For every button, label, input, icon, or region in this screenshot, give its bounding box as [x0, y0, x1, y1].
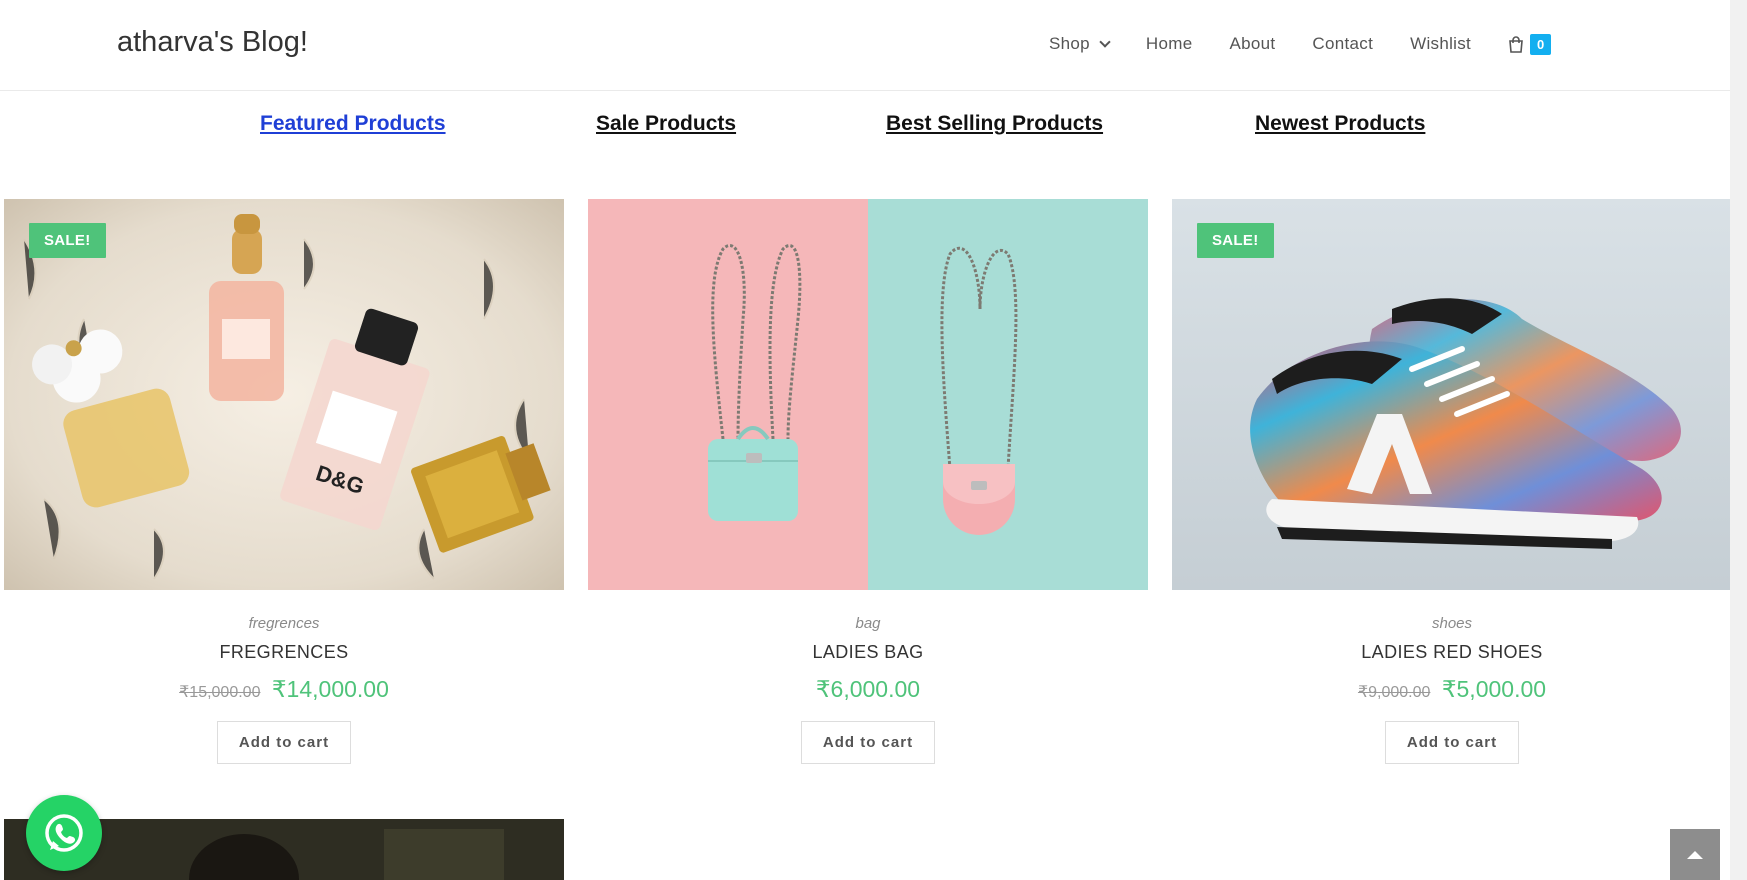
cart-count-badge: 0 [1530, 33, 1552, 55]
product-name[interactable]: LADIES BAG [588, 642, 1148, 663]
product-price: ₹15,000.00 ₹14,000.00 [4, 676, 564, 703]
product-image[interactable]: D&G SALE! [4, 199, 564, 590]
two-small-bags-on-pastel-background-image [588, 199, 1148, 590]
nav-item-label: Wishlist [1410, 34, 1472, 53]
tab-featured-products[interactable]: Featured Products [260, 112, 446, 136]
nav-item-label: Shop [1049, 34, 1090, 53]
nav-item-about[interactable]: About [1229, 34, 1275, 54]
whatsapp-icon [45, 814, 83, 852]
sale-badge: SALE! [1197, 223, 1274, 258]
cart-button[interactable]: 0 [1508, 33, 1552, 55]
vertical-scrollbar[interactable] [1730, 0, 1747, 880]
current-price: ₹5,000.00 [1441, 676, 1547, 702]
page: atharva's Blog! Shop Home About Contact … [0, 0, 1747, 880]
old-price: ₹15,000.00 [179, 684, 261, 701]
add-to-cart-button[interactable]: Add to cart [217, 721, 351, 764]
whatsapp-button[interactable] [26, 795, 102, 871]
product-price: ₹9,000.00 ₹5,000.00 [1172, 676, 1732, 703]
old-price: ₹9,000.00 [1357, 684, 1431, 701]
product-name[interactable]: LADIES RED SHOES [1172, 642, 1732, 663]
tab-sale-products[interactable]: Sale Products [596, 112, 736, 136]
product-image[interactable] [588, 199, 1148, 590]
nav-item-label: About [1229, 34, 1276, 53]
product-category[interactable]: shoes [1172, 615, 1732, 632]
shopping-bag-icon [1509, 35, 1523, 53]
nav-item-label: Contact [1312, 34, 1374, 53]
product-card: bag LADIES BAG ₹6,000.00 Add to cart [588, 199, 1148, 764]
site-title[interactable]: atharva's Blog! [117, 26, 308, 59]
product-category[interactable]: fregrences [4, 615, 564, 632]
sale-badge: SALE! [29, 223, 106, 258]
product-category[interactable]: bag [588, 615, 1148, 632]
add-to-cart-button[interactable]: Add to cart [1385, 721, 1519, 764]
tab-newest-products[interactable]: Newest Products [1255, 112, 1425, 136]
product-card: SALE! shoes LADIES RED SHOES ₹9,000.00 ₹… [1172, 199, 1732, 764]
product-price: ₹6,000.00 [588, 676, 1148, 703]
main-nav: Shop Home About Contact Wishlist 0 [1049, 0, 1552, 88]
product-image[interactable]: SALE! [1172, 199, 1732, 590]
current-price: ₹14,000.00 [271, 676, 389, 702]
current-price: ₹6,000.00 [815, 676, 921, 702]
nav-item-label: Home [1145, 34, 1193, 53]
nav-item-shop[interactable]: Shop [1049, 34, 1111, 54]
product-name[interactable]: FREGRENCES [4, 642, 564, 663]
nav-item-contact[interactable]: Contact [1312, 34, 1373, 54]
site-header: atharva's Blog! Shop Home About Contact … [0, 0, 1730, 91]
scroll-to-top-button[interactable] [1670, 829, 1720, 880]
nav-item-wishlist[interactable]: Wishlist [1410, 34, 1471, 54]
arrow-up-icon [1687, 850, 1703, 859]
product-card: D&G SALE! fregrences FREGRENCES ₹15,000.… [4, 199, 564, 764]
tab-best-selling-products[interactable]: Best Selling Products [886, 112, 1103, 136]
chevron-down-icon [1099, 36, 1111, 48]
product-tabs: Featured Products Sale Products Best Sel… [0, 112, 1747, 142]
nav-item-home[interactable]: Home [1146, 34, 1193, 54]
add-to-cart-button[interactable]: Add to cart [801, 721, 935, 764]
